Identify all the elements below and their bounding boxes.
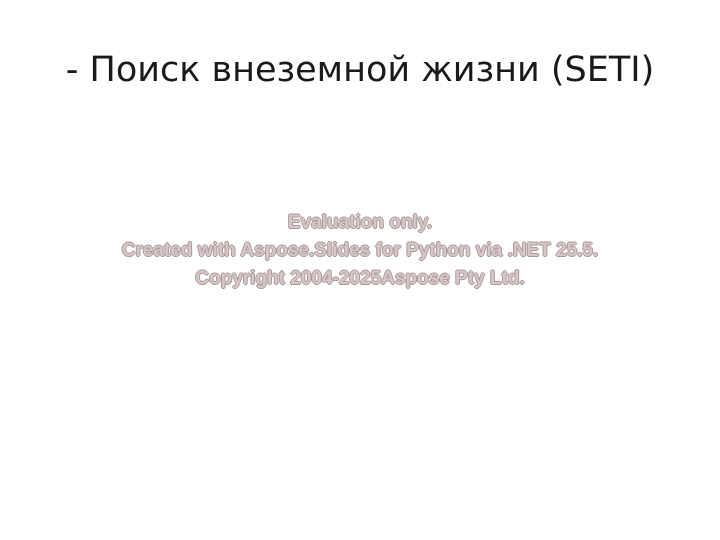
evaluation-watermark: Evaluation only. Created with Aspose.Sli…: [0, 209, 720, 293]
watermark-line-evaluation: Evaluation only.: [287, 212, 433, 233]
slide: - Поиск внеземной жизни (SETI) Evaluatio…: [0, 0, 720, 540]
watermark-line-copyright: Copyright 2004-2025Aspose Pty Ltd.: [195, 268, 525, 289]
watermark-line-created-with: Created with Aspose.Slides for Python vi…: [121, 240, 599, 261]
slide-title: - Поиск внеземной жизни (SETI): [65, 50, 655, 90]
